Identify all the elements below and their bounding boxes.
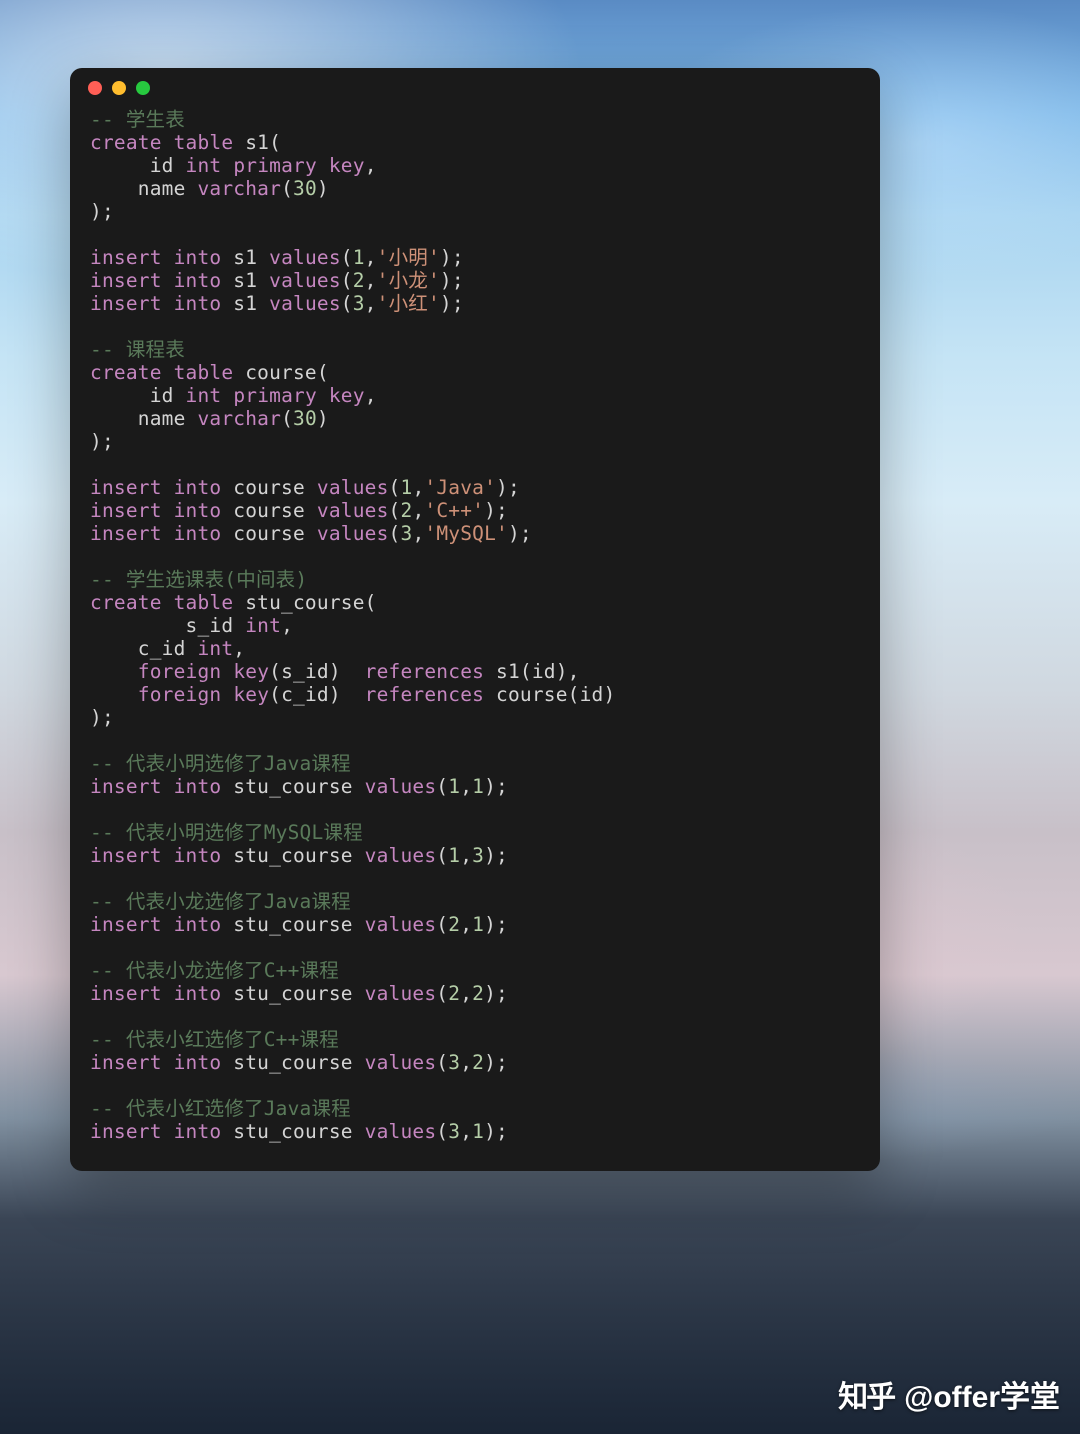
code-line: insert into s1 values(1,'小明');: [90, 246, 860, 269]
code-line: insert into course values(2,'C++');: [90, 499, 860, 522]
code-line: [90, 729, 860, 752]
sql-code-block: -- 学生表create table s1( id int primary ke…: [70, 108, 880, 1153]
code-line: [90, 545, 860, 568]
minimize-icon[interactable]: [112, 81, 126, 95]
code-line: s_id int,: [90, 614, 860, 637]
code-line: -- 代表小红选修了Java课程: [90, 1097, 860, 1120]
code-line: insert into course values(3,'MySQL');: [90, 522, 860, 545]
code-line: [90, 798, 860, 821]
code-line: foreign key(s_id) references s1(id),: [90, 660, 860, 683]
code-line: insert into course values(1,'Java');: [90, 476, 860, 499]
zhihu-logo: 知乎: [838, 1372, 894, 1416]
code-line: create table stu_course(: [90, 591, 860, 614]
code-line: [90, 223, 860, 246]
code-line: -- 代表小龙选修了Java课程: [90, 890, 860, 913]
code-line: id int primary key,: [90, 154, 860, 177]
code-line: -- 代表小明选修了Java课程: [90, 752, 860, 775]
code-line: -- 课程表: [90, 338, 860, 361]
code-line: );: [90, 200, 860, 223]
code-line: [90, 1005, 860, 1028]
code-line: insert into stu_course values(2,2);: [90, 982, 860, 1005]
code-line: [90, 453, 860, 476]
code-line: );: [90, 430, 860, 453]
code-line: insert into stu_course values(2,1);: [90, 913, 860, 936]
code-window: -- 学生表create table s1( id int primary ke…: [70, 68, 880, 1171]
code-line: [90, 867, 860, 890]
mac-titlebar: [70, 68, 880, 108]
code-line: insert into s1 values(3,'小红');: [90, 292, 860, 315]
code-line: -- 学生表: [90, 108, 860, 131]
code-line: id int primary key,: [90, 384, 860, 407]
code-line: -- 代表小红选修了C++课程: [90, 1028, 860, 1051]
watermark-handle: @offer学堂: [904, 1372, 1060, 1416]
code-line: c_id int,: [90, 637, 860, 660]
code-line: insert into stu_course values(1,1);: [90, 775, 860, 798]
maximize-icon[interactable]: [136, 81, 150, 95]
code-line: create table course(: [90, 361, 860, 384]
code-line: name varchar(30): [90, 177, 860, 200]
code-line: -- 学生选课表(中间表): [90, 568, 860, 591]
watermark: 知乎 @offer学堂: [838, 1372, 1060, 1416]
close-icon[interactable]: [88, 81, 102, 95]
code-line: insert into stu_course values(3,1);: [90, 1120, 860, 1143]
code-line: -- 代表小明选修了MySQL课程: [90, 821, 860, 844]
code-line: foreign key(c_id) references course(id): [90, 683, 860, 706]
code-line: -- 代表小龙选修了C++课程: [90, 959, 860, 982]
code-line: [90, 936, 860, 959]
code-line: insert into stu_course values(3,2);: [90, 1051, 860, 1074]
code-line: create table s1(: [90, 131, 860, 154]
code-line: insert into stu_course values(1,3);: [90, 844, 860, 867]
code-line: [90, 315, 860, 338]
code-line: [90, 1074, 860, 1097]
code-line: insert into s1 values(2,'小龙');: [90, 269, 860, 292]
code-line: );: [90, 706, 860, 729]
code-line: name varchar(30): [90, 407, 860, 430]
